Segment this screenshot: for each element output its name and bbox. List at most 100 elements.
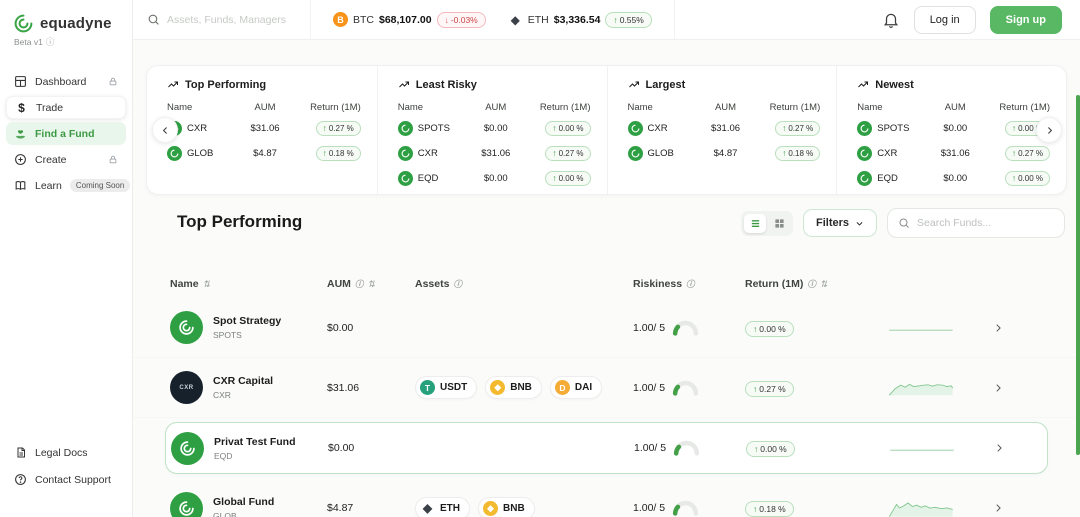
mini-table: Name AUM Return (1M) SPOTS $0.00 0.00 % … [398, 102, 591, 188]
book-icon [14, 179, 27, 192]
mini-row[interactable]: CXR $31.06 0.27 % [398, 143, 591, 163]
usdt-icon: T [420, 380, 435, 395]
coming-soon-badge: Coming Soon [70, 179, 130, 192]
filters-button[interactable]: Filters [803, 209, 877, 237]
fund-row-cxr[interactable]: CXR CXR CapitalCXR $31.06 TUSDT ◆BNB DDA… [133, 358, 1080, 418]
mini-table: Name AUM Return (1M) CXR $31.06 0.27 % G… [628, 102, 821, 163]
column-header-assets[interactable]: Assets [415, 278, 633, 290]
topbar: B BTC $68,107.00 -0.03% ◆ ETH $3,336.54 … [133, 0, 1080, 40]
sidebar-item-create[interactable]: Create [6, 148, 126, 171]
scrollbar[interactable] [1076, 95, 1080, 455]
mini-row[interactable]: CXR $31.06 0.27 % [167, 118, 361, 138]
funds-table: Spot StrategySPOTS $0.00 1.00/ 5 0.00 % [133, 298, 1080, 517]
sidebar-item-legal-docs[interactable]: Legal Docs [6, 441, 127, 464]
riskiness-cell: 1.00/ 5 [634, 440, 746, 456]
sparkline [886, 435, 974, 461]
up-arrow-icon [552, 148, 556, 158]
column-header-name[interactable]: Name [170, 278, 327, 290]
sidebar-footer: Legal Docs Contact Support [6, 441, 127, 491]
search-icon [898, 217, 910, 229]
column-title: Top Performing [167, 79, 361, 91]
up-arrow-icon [1012, 148, 1016, 158]
mini-row[interactable]: CXR $31.06 0.27 % [857, 143, 1050, 163]
row-chevron-icon[interactable] [973, 323, 1023, 333]
list-toolbar: Filters [741, 208, 1065, 238]
sort-icon [367, 278, 375, 290]
fund-coin-icon [398, 171, 413, 186]
btc-ticker: B BTC $68,107.00 -0.03% [333, 12, 486, 28]
bnb-icon: ◆ [483, 501, 498, 516]
mini-row[interactable]: SPOTS $0.00 0.00 % [857, 118, 1050, 138]
carousel-next-button[interactable] [1036, 117, 1062, 143]
trending-up-icon [857, 79, 869, 91]
risk-gauge-icon [672, 380, 699, 396]
riskiness-cell: 1.00/ 5 [633, 500, 745, 516]
document-icon [14, 446, 27, 459]
aum-value: $0.00 [328, 442, 416, 454]
asset-chip-eth: ◆ETH [415, 497, 470, 517]
aum-value: $31.06 [327, 382, 415, 394]
row-chevron-icon[interactable] [973, 383, 1023, 393]
brand-logo[interactable]: equadyne [0, 0, 132, 34]
info-icon [46, 36, 55, 48]
signup-button[interactable]: Sign up [990, 6, 1062, 34]
up-arrow-icon [782, 123, 786, 133]
main-content: Top Performing Name AUM Return (1M) CXR … [133, 40, 1080, 517]
grid-view-button[interactable] [768, 214, 790, 233]
mini-table: Name AUM Return (1M) SPOTS $0.00 0.00 % … [857, 102, 1050, 188]
return-cell: 0.00 % [746, 439, 886, 457]
mini-row[interactable]: SPOTS $0.00 0.00 % [398, 118, 591, 138]
btc-price: $68,107.00 [379, 14, 432, 26]
fund-row-glob[interactable]: Global FundGLOB $4.87 ◆ETH ◆BNB 1.00/ 5 … [133, 478, 1080, 517]
up-arrow-icon [753, 384, 757, 394]
fund-coin-icon [628, 121, 643, 136]
mini-row[interactable]: GLOB $4.87 0.18 % [628, 143, 821, 163]
carousel-prev-button[interactable] [152, 117, 178, 143]
sidebar-item-label: Contact Support [35, 474, 119, 486]
column-header-riskiness[interactable]: Riskiness [633, 278, 745, 290]
fund-logo: CXR [170, 371, 203, 404]
fund-coin-icon [857, 171, 872, 186]
up-arrow-icon [552, 123, 556, 133]
column-title: Newest [857, 79, 1050, 91]
mini-row[interactable]: EQD $0.00 0.00 % [398, 168, 591, 188]
asset-chip-bnb: ◆BNB [478, 497, 535, 517]
lock-icon [108, 154, 118, 165]
sparkline [885, 375, 973, 401]
mini-row[interactable]: GLOB $4.87 0.18 % [167, 143, 361, 163]
brand-name: equadyne [40, 15, 112, 32]
global-search-input[interactable] [167, 14, 297, 26]
notifications-bell-icon[interactable] [882, 11, 900, 29]
row-chevron-icon[interactable] [974, 443, 1024, 453]
mini-row[interactable]: EQD $0.00 0.00 % [857, 168, 1050, 188]
row-chevron-icon[interactable] [973, 503, 1023, 513]
up-arrow-icon [754, 444, 758, 454]
return-cell: 0.27 % [745, 379, 885, 397]
trending-up-icon [398, 79, 410, 91]
info-icon [453, 278, 462, 290]
login-button[interactable]: Log in [914, 6, 976, 34]
risk-gauge-icon [672, 320, 699, 336]
view-toggle [741, 211, 793, 236]
funds-search[interactable] [887, 208, 1065, 238]
funds-search-input[interactable] [917, 217, 1052, 229]
up-arrow-icon [753, 504, 757, 514]
trending-up-icon [167, 79, 179, 91]
sidebar-item-trade[interactable]: $ Trade [6, 96, 126, 119]
equadyne-logo-icon [13, 13, 34, 34]
fund-row-spots[interactable]: Spot StrategySPOTS $0.00 1.00/ 5 0.00 % [133, 298, 1080, 358]
sidebar-item-dashboard[interactable]: Dashboard [6, 70, 126, 93]
sidebar-item-find-a-fund[interactable]: Find a Fund [6, 122, 126, 145]
fund-row-eqd[interactable]: Privat Test FundEQD $0.00 1.00/ 5 0.00 % [165, 422, 1048, 474]
sort-icon [203, 278, 211, 290]
sidebar-item-contact-support[interactable]: Contact Support [6, 468, 127, 491]
global-search[interactable] [133, 0, 310, 39]
sidebar-item-learn[interactable]: Learn Coming Soon [6, 174, 126, 197]
asset-chip-dai: DDAI [550, 376, 602, 399]
up-arrow-icon [323, 148, 327, 158]
mini-row[interactable]: CXR $31.06 0.27 % [628, 118, 821, 138]
fund-coin-icon [857, 146, 872, 161]
column-header-return[interactable]: Return (1M) [745, 278, 885, 290]
column-header-aum[interactable]: AUM [327, 278, 415, 290]
list-view-button[interactable] [744, 214, 766, 233]
